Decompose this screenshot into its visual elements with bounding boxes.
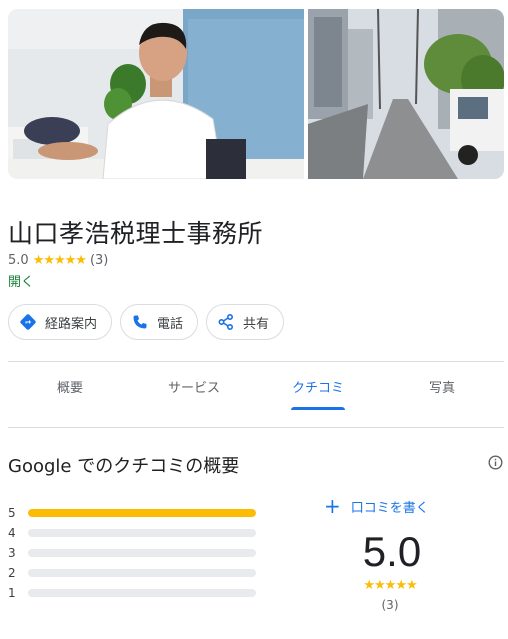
rating-summary[interactable]: 5.0 ★★★★★ (3) [8,253,108,268]
rating-distribution: 5 4 3 2 1 [8,503,258,603]
write-review-label: 口コミを書く [350,500,429,516]
rating-bar-row: 3 [8,543,258,563]
rating-bar-label: 3 [8,546,16,560]
rating-bar-fill [28,509,256,517]
office-photo[interactable] [8,9,304,179]
rating-bar-row: 1 [8,583,258,603]
photo-gallery[interactable] [8,9,504,179]
write-review-button[interactable]: + 口コミを書く [324,496,429,516]
phone-button[interactable]: 電話 [120,304,199,340]
share-button[interactable]: 共有 [206,304,285,340]
tab-bar: 概要 サービス クチコミ 写真 [8,362,504,410]
overall-score: 5.0 [362,528,422,575]
directions-icon [19,313,37,331]
rating-bar-label: 2 [8,566,16,580]
rating-bar-track [28,589,256,597]
place-title: 山口孝浩税理士事務所 [8,219,264,248]
rating-bar-label: 5 [8,506,16,520]
phone-icon [131,313,149,331]
divider [8,427,504,428]
tab-photos[interactable]: 写真 [380,362,504,410]
rating-bar-row: 4 [8,523,258,543]
rating-bar-label: 4 [8,526,16,540]
rating-bar-track [28,569,256,577]
reviews-summary-title: Google でのクチコミの概要 [8,456,240,477]
rating-bar-track [28,529,256,537]
rating-bar-row: 2 [8,563,258,583]
share-icon [217,313,235,331]
tab-services[interactable]: サービス [132,362,256,410]
plus-icon: + [324,494,341,518]
action-buttons: 経路案内 電話 共有 [8,304,285,340]
review-count[interactable]: (3) [90,253,108,268]
tab-reviews[interactable]: クチコミ [256,362,380,410]
rating-bar-label: 1 [8,586,16,600]
phone-label: 電話 [157,316,184,332]
tab-overview[interactable]: 概要 [8,362,132,410]
street-photo[interactable] [308,9,504,179]
rating-bar-row: 5 [8,503,258,523]
rating-bar-track [28,509,256,517]
rating-bar-track [28,549,256,557]
overall-review-count: (3) [381,598,399,612]
share-label: 共有 [243,316,270,332]
directions-button[interactable]: 経路案内 [8,304,113,340]
open-status: 開く [8,275,35,290]
rating-value: 5.0 [8,253,29,268]
info-icon[interactable] [488,455,503,470]
directions-label: 経路案内 [45,316,98,332]
star-rating-icon: ★★★★★ [32,253,87,268]
overall-star-icon: ★★★★★ [363,578,417,593]
